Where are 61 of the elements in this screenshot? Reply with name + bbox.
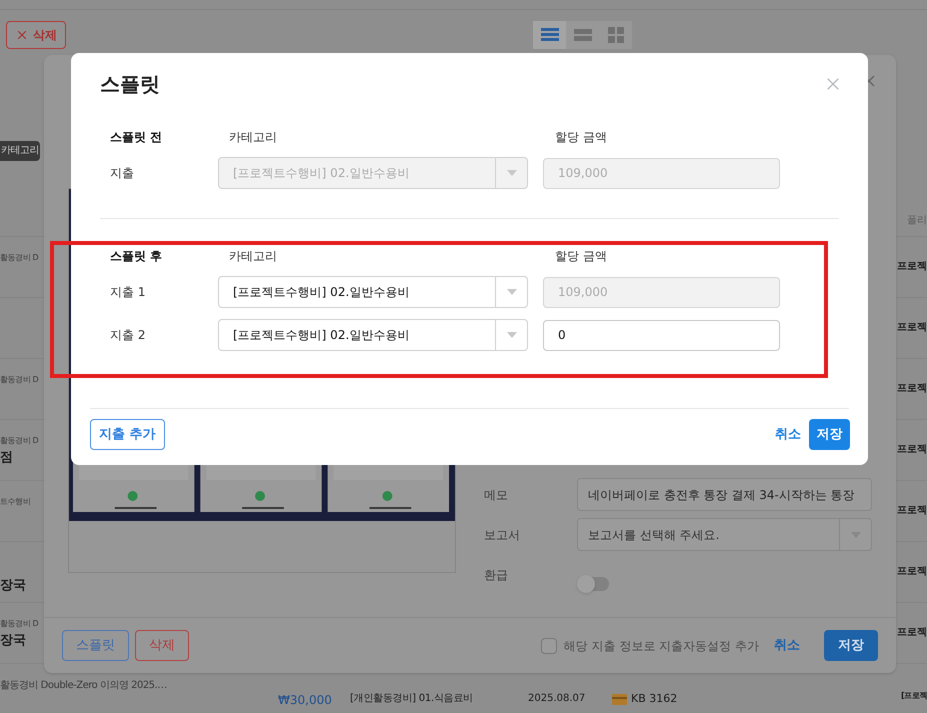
column-header: 할당 금액 <box>554 248 607 265</box>
category-text: 트수행비 <box>0 496 32 508</box>
section-heading: 스플릿 전 <box>110 129 164 146</box>
policy-text: 프로젝 <box>897 504 927 518</box>
caret-icon <box>506 289 516 295</box>
section-heading: 스플릿 후 <box>110 248 164 265</box>
view-toggle[interactable] <box>566 21 599 49</box>
policy-text: 프로젝 <box>897 260 927 274</box>
caret-icon <box>506 170 516 176</box>
amount-text: ₩30,000 <box>278 692 333 709</box>
merchant-text: 장국 <box>0 577 27 595</box>
card-text: KB 3162 <box>631 691 678 707</box>
date-text: 2025.08.07 <box>528 692 586 706</box>
caret-icon <box>506 332 516 338</box>
save-button[interactable]: 저장 <box>824 630 878 661</box>
policy-text: 프로젝 <box>897 321 927 335</box>
card-icon <box>612 694 627 705</box>
expense-label: 지출 1 <box>110 284 146 301</box>
field-label: 환급 <box>484 566 509 584</box>
refund-toggle[interactable] <box>577 576 609 590</box>
grid-icon <box>608 27 624 43</box>
close-icon <box>15 28 29 42</box>
save-button[interactable]: 저장 <box>809 419 850 450</box>
report-select[interactable]: 보고서를 선택해 주세요. <box>577 518 872 551</box>
dialog-title: 스플릿 <box>100 71 160 98</box>
policy-text: 프로젝 <box>897 443 927 457</box>
view-toggle[interactable] <box>599 21 632 49</box>
expense-label: 지출 2 <box>110 327 146 344</box>
merchant-text: 점 <box>0 449 14 467</box>
field-label: 보고서 <box>484 526 521 544</box>
category-tag: 카테고리 <box>0 141 40 161</box>
category-text: 활동경비 D <box>0 435 40 447</box>
view-toggle[interactable] <box>533 21 566 49</box>
category-text: 활동경비 Double-Zero 이의영 2025.… <box>0 679 167 693</box>
list-icon <box>540 28 558 42</box>
merchant-text: 장국 <box>0 632 27 650</box>
column-header: 카테고리 <box>228 248 278 265</box>
category-text: [개인활동경비] 01.식음료비 <box>350 692 474 706</box>
cancel-button[interactable]: 취소 <box>775 424 801 444</box>
column-header: 카테고리 <box>228 129 278 146</box>
category-select[interactable]: [프로젝트수행비] 02.일반수용비 <box>218 319 528 351</box>
delete-button[interactable]: 삭제 <box>6 21 66 49</box>
category-select[interactable]: [프로젝트수행비] 02.일반수용비 <box>218 276 528 308</box>
policy-text: [프로젝 <box>900 690 927 702</box>
column-header: 할당 금액 <box>554 129 607 146</box>
category-text: 활동경비 D <box>0 618 40 630</box>
memo-field[interactable]: 네이버페이로 충전후 통장 결제 34-시작하는 통장 <box>577 478 872 511</box>
checkbox[interactable] <box>540 638 557 654</box>
cancel-button[interactable]: 취소 <box>774 636 800 656</box>
category-text: 활동경비 D <box>0 374 40 386</box>
category-text: 활동경비 D <box>0 252 40 264</box>
checkbox-label: 해당 지출 정보로 지출자동설정 추가 <box>564 638 759 654</box>
delete-button[interactable]: 삭제 <box>135 630 189 661</box>
amount-field[interactable]: 0 <box>543 320 780 350</box>
policy-text: 프로젝 <box>897 565 927 579</box>
field-label: 메모 <box>484 486 509 504</box>
expense-label: 지출 <box>110 165 135 182</box>
policy-text: 프로젝 <box>897 626 927 640</box>
policy-text: 프로젝 <box>897 382 927 396</box>
rows-icon <box>574 29 592 41</box>
add-expense-button[interactable]: 지출 추가 <box>90 419 165 450</box>
